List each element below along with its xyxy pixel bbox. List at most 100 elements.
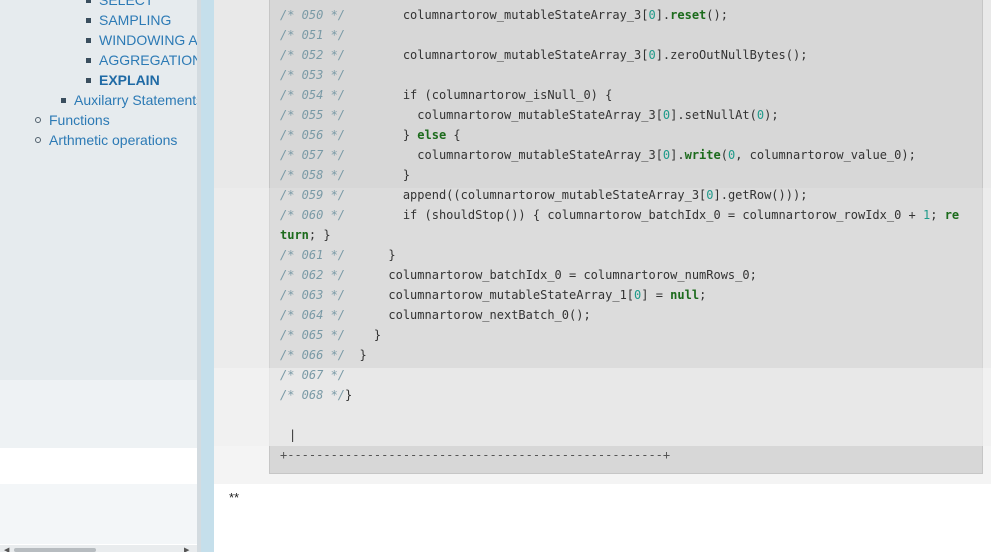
code-text: if (columnartorow_isNull_0) { — [345, 88, 613, 102]
code-line: /* 060 */ if (shouldStop()) { columnarto… — [280, 208, 959, 222]
code-line: /* 061 */ } — [280, 248, 396, 262]
toc-item-aggregations[interactable]: AGGREGATIONS — [99, 50, 197, 70]
code-text: columnartorow_mutableStateArray_1[ — [345, 288, 635, 302]
bullet-icon — [61, 98, 66, 103]
line-number: /* 064 */ — [280, 308, 346, 322]
line-number: /* 057 */ — [280, 148, 346, 162]
circle-bullet-icon — [35, 117, 41, 123]
code-text: } — [345, 128, 418, 142]
circle-bullet-icon — [35, 137, 41, 143]
code-line: /* 054 */ if (columnartorow_isNull_0) { — [280, 88, 612, 102]
code-text: columnartorow_mutableStateArray_3[ — [345, 148, 663, 162]
bullet-icon — [86, 0, 91, 3]
table-border-line: +---------------------------------------… — [280, 448, 671, 462]
code-line: /* 055 */ columnartorow_mutableStateArra… — [280, 108, 779, 122]
line-number: /* 051 */ — [280, 28, 346, 42]
main-content: /* 050 */ columnartorow_mutableStateArra… — [214, 0, 991, 552]
code-text: } — [345, 168, 411, 182]
code-number: 0 — [706, 188, 714, 202]
code-text: if (shouldStop()) { columnartorow_batchI… — [345, 208, 923, 222]
line-number: /* 067 */ — [280, 368, 346, 382]
code-line: /* 058 */ } — [280, 168, 410, 182]
code-text: } — [345, 248, 396, 262]
code-text: } — [345, 388, 353, 402]
code-line: /* 057 */ columnartorow_mutableStateArra… — [280, 148, 916, 162]
code-keyword: re — [944, 208, 960, 222]
code-line: /* 052 */ columnartorow_mutableStateArra… — [280, 48, 807, 62]
text-caret: | — [289, 428, 297, 442]
code-text: ]. — [655, 8, 671, 22]
code-text: } — [345, 348, 367, 362]
code-number: 0 — [756, 108, 765, 122]
code-text: columnartorow_mutableStateArray_3[ — [345, 48, 649, 62]
code-text: ; — [699, 288, 707, 302]
toc-shade — [0, 380, 197, 448]
line-number: /* 066 */ — [280, 348, 346, 362]
toc-item-arthmetic-operations[interactable]: Arthmetic operations — [49, 130, 177, 150]
code-line: /* 066 */ } — [280, 348, 367, 362]
code-text: (); — [706, 8, 728, 22]
code-keyword: write — [684, 148, 721, 162]
code-text: ].setNullAt( — [670, 108, 757, 122]
line-number: /* 068 */ — [280, 388, 346, 402]
line-number: /* 052 */ — [280, 48, 346, 62]
bullet-icon — [86, 18, 91, 23]
toc-item-select[interactable]: SELECT — [99, 0, 153, 10]
line-number: /* 063 */ — [280, 288, 346, 302]
code-text: ; } — [308, 228, 331, 242]
code-text: columnartorow_nextBatch_0(); — [345, 308, 591, 322]
code-number: 0 — [648, 8, 656, 22]
bullet-icon — [86, 78, 91, 83]
sidebar-toc: SELECT SAMPLING WINDOWING AND ANALYTICS … — [0, 0, 197, 552]
toc-item-explain[interactable]: EXPLAIN — [99, 70, 160, 90]
code-listing: /* 050 */ columnartorow_mutableStateArra… — [280, 5, 959, 405]
code-text: { — [446, 128, 461, 142]
code-text: ; — [930, 208, 945, 222]
code-line: /* 053 */ — [280, 68, 345, 82]
code-keyword: reset — [670, 8, 707, 22]
code-text: ].zeroOutNullBytes(); — [655, 48, 808, 62]
scroll-right-icon[interactable]: ▶ — [184, 547, 189, 552]
code-text: ] = — [641, 288, 671, 302]
code-line: /* 051 */ — [280, 28, 345, 42]
code-text: ( — [720, 148, 728, 162]
line-number: /* 055 */ — [280, 108, 346, 122]
line-number: /* 053 */ — [280, 68, 346, 82]
code-line: /* 067 */ — [280, 368, 345, 382]
toc-item-windowing[interactable]: WINDOWING AND ANALYTICS — [99, 30, 197, 50]
line-number: /* 056 */ — [280, 128, 346, 142]
code-text: , columnartorow_value_0); — [735, 148, 916, 162]
line-number: /* 061 */ — [280, 248, 346, 262]
scroll-left-icon[interactable]: ◀ — [4, 547, 9, 552]
code-text: columnartorow_mutableStateArray_3[ — [345, 8, 649, 22]
toc-item-sampling[interactable]: SAMPLING — [99, 10, 171, 30]
toc-item-functions[interactable]: Functions — [49, 110, 110, 130]
line-number: /* 065 */ — [280, 328, 346, 342]
code-text: append((columnartorow_mutableStateArray_… — [345, 188, 707, 202]
code-text: columnartorow_batchIdx_0 = columnartorow… — [345, 268, 757, 282]
code-line: /* 068 */} — [280, 388, 352, 402]
code-line: /* 056 */ } else { — [280, 128, 461, 142]
line-number: /* 058 */ — [280, 168, 346, 182]
scrollbar-thumb[interactable] — [14, 548, 96, 552]
line-number: /* 062 */ — [280, 268, 346, 282]
code-line: /* 062 */ columnartorow_batchIdx_0 = col… — [280, 268, 757, 282]
line-number: /* 054 */ — [280, 88, 346, 102]
code-keyword: else — [417, 128, 447, 142]
toc-shade-bottom — [0, 484, 197, 544]
markdown-stars: ** — [229, 490, 240, 505]
code-line: /* 065 */ } — [280, 328, 381, 342]
bullet-icon — [86, 58, 91, 63]
code-text: ]. — [670, 148, 685, 162]
code-line: /* 064 */ columnartorow_nextBatch_0(); — [280, 308, 591, 322]
line-number: /* 050 */ — [280, 8, 346, 22]
code-line: turn; } — [280, 228, 331, 242]
code-line: /* 063 */ columnartorow_mutableStateArra… — [280, 288, 706, 302]
code-line: /* 050 */ columnartorow_mutableStateArra… — [280, 8, 728, 22]
code-text: } — [345, 328, 382, 342]
code-keyword: turn — [280, 228, 309, 242]
toc-item-auxilarry-statements[interactable]: Auxilarry Statements — [74, 90, 197, 110]
resize-handle[interactable] — [201, 0, 214, 552]
code-number: 0 — [648, 48, 656, 62]
code-text: ].getRow())); — [713, 188, 808, 202]
